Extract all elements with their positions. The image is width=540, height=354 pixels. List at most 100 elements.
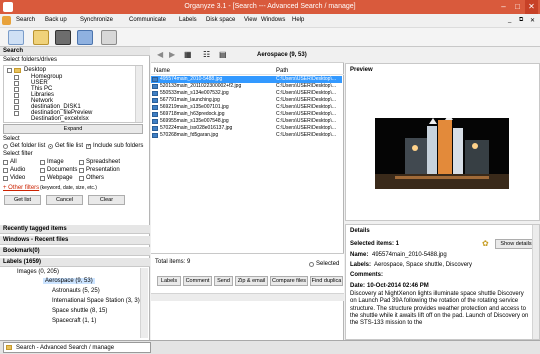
other-filters-link[interactable]: + Other filters <box>3 185 39 191</box>
include-sub-checkbox[interactable] <box>86 143 91 149</box>
menu-synchronize[interactable]: Synchronize <box>80 17 113 23</box>
menu-icon[interactable] <box>2 16 11 25</box>
label-spacecraft[interactable]: Spacecraft (1, 1) <box>52 318 96 324</box>
filter-webpage-checkbox[interactable] <box>40 176 45 181</box>
tree-check-homegroup[interactable] <box>14 75 19 80</box>
menu-search[interactable]: Search <box>16 17 35 23</box>
show-details-button[interactable]: Show details <box>495 239 537 249</box>
menu-windows[interactable]: Windows <box>261 17 285 23</box>
recently-tagged-header[interactable]: Recently tagged items <box>0 225 150 234</box>
menu-disk-space[interactable]: Disk space <box>206 17 235 23</box>
preview-toggle-icon[interactable]: ▤ <box>219 50 227 59</box>
selected-radio[interactable] <box>309 262 314 267</box>
windows-recent-header[interactable]: Windows - Recent files <box>0 236 150 245</box>
tree-item-destination-excel[interactable]: Destination_excelxlsx <box>31 116 89 122</box>
label-tree-scrollbar[interactable] <box>140 268 148 338</box>
tab-icon <box>6 345 12 350</box>
file-row[interactable]: 570268main_fd5garan.jpg C:\Users\USER\Des… <box>151 132 342 139</box>
comments-label: Comments: <box>350 272 384 278</box>
zip-email-button[interactable]: Zip & email <box>235 276 268 286</box>
labels-label: Labels: <box>350 262 372 268</box>
label-astronauts[interactable]: Astronauts (5, 25) <box>52 288 100 294</box>
label-space-shuttle[interactable]: Space shuttle (8, 15) <box>52 308 107 314</box>
expand-button[interactable]: Expand <box>3 124 143 134</box>
tree-check-this-pc[interactable] <box>14 87 19 92</box>
maximize-button[interactable]: □ <box>511 0 524 14</box>
tree-check-libraries[interactable] <box>14 93 19 98</box>
file-row[interactable]: 495574main_2010-5488.jpg C:\Users\USER\De… <box>151 76 342 83</box>
filter-others-checkbox[interactable] <box>79 176 84 181</box>
comment-button[interactable]: Comment <box>183 276 212 286</box>
close-button[interactable]: ✕ <box>525 0 538 14</box>
tree-check-user[interactable] <box>14 81 19 86</box>
file-row[interactable]: 569219main_s135e007101.jpg C:\Users\USER\… <box>151 104 342 111</box>
status-tab[interactable]: Search - Advanced Search / manage <box>3 342 151 353</box>
mdi-restore-button[interactable]: ⧉ <box>519 17 523 24</box>
filter-spreadsheet-label: Spreadsheet <box>86 159 121 165</box>
menu-view[interactable]: View <box>244 17 257 23</box>
preview-image[interactable] <box>375 118 509 189</box>
filter-video-checkbox[interactable] <box>3 176 8 181</box>
menu-bar: Search Back up Synchronize Communicate L… <box>0 14 540 28</box>
sort-icon[interactable]: ☷ <box>203 50 210 59</box>
folder-tool-icon[interactable] <box>33 30 49 45</box>
filter-others-label: Others <box>86 175 105 181</box>
backup-tool-icon[interactable] <box>55 30 71 45</box>
menu-labels[interactable]: Labels <box>179 17 197 23</box>
mdi-close-button[interactable]: ✕ <box>530 17 535 24</box>
mdi-minimize-button[interactable]: _ <box>508 17 511 23</box>
file-row[interactable]: 550533main_s134e007532.jpg C:\Users\USER\… <box>151 90 342 97</box>
column-name-header[interactable]: Name <box>154 68 170 74</box>
tree-scrollbar[interactable] <box>135 66 142 122</box>
tree-check-destination-disk1[interactable] <box>14 105 19 110</box>
sync-tool-icon[interactable] <box>77 30 93 45</box>
bookmark-header[interactable]: Bookmark(0) <box>0 247 150 256</box>
labels-header[interactable]: Labels (1659) <box>0 258 150 267</box>
clear-button[interactable]: Clear <box>88 195 125 205</box>
compare-files-button[interactable]: Compare files <box>270 276 308 286</box>
image-file-icon <box>152 77 158 82</box>
minimize-button[interactable]: – <box>497 0 510 14</box>
label-images[interactable]: Images (0, 205) <box>17 269 59 275</box>
search-section-header[interactable]: Search <box>0 47 150 56</box>
get-folder-list-radio[interactable] <box>3 144 8 149</box>
gear-icon[interactable]: ✿ <box>482 239 489 248</box>
find-duplicates-button[interactable]: Find duplica <box>310 276 343 286</box>
search-tool-icon[interactable] <box>8 30 24 45</box>
selected-items-label: Selected items: 1 <box>350 241 400 247</box>
tree-check-network[interactable] <box>14 99 19 104</box>
send-button[interactable]: Send <box>214 276 233 286</box>
forward-arrow-icon[interactable]: ▶ <box>169 50 175 59</box>
label-iss[interactable]: International Space Station (3, 3) <box>52 298 140 304</box>
file-row[interactable]: 569718main_h63predock.jpg C:\Users\USER\D… <box>151 111 342 118</box>
filter-presentation-checkbox[interactable] <box>79 168 84 173</box>
filter-all-checkbox[interactable] <box>3 160 8 165</box>
menu-back-up[interactable]: Back up <box>45 17 67 23</box>
details-scrollbar[interactable] <box>532 225 539 339</box>
file-row[interactable]: 520133main_2011022300002+f2.jpg C:\Users\… <box>151 83 342 90</box>
tree-check-desktop[interactable] <box>7 68 12 73</box>
get-file-list-radio[interactable] <box>48 144 53 149</box>
filter-spreadsheet-checkbox[interactable] <box>79 160 84 165</box>
menu-help[interactable]: Help <box>292 17 304 23</box>
menu-communicate[interactable]: Communicate <box>129 17 166 23</box>
column-path-header[interactable]: Path <box>276 68 288 74</box>
status-bar: Search - Advanced Search / manage <box>0 340 540 354</box>
labels-button[interactable]: Labels <box>157 276 181 286</box>
back-arrow-icon[interactable]: ◀ <box>157 50 163 59</box>
filter-documents-checkbox[interactable] <box>40 168 45 173</box>
tree-check-destination-filepreview[interactable] <box>14 111 19 116</box>
send-tool-icon[interactable] <box>101 30 117 45</box>
mid-bottom-scrollbar[interactable] <box>151 293 344 301</box>
file-row[interactable]: 569955main_s135e007548.jpg C:\Users\USER\… <box>151 118 342 125</box>
filter-audio-checkbox[interactable] <box>3 168 8 173</box>
label-aerospace[interactable]: Aerospace (9, 53) <box>43 278 95 284</box>
details-pane: Details Selected items: 1 ✿ Show details… <box>345 224 540 340</box>
filter-image-checkbox[interactable] <box>40 160 45 165</box>
get-list-button[interactable]: Get list <box>4 195 41 205</box>
file-row[interactable]: 570224main_iss028e016137.jpg C:\Users\USE… <box>151 125 342 132</box>
view-mode-icon[interactable]: ▦ <box>184 50 192 59</box>
tree-item-desktop[interactable]: Desktop <box>24 67 46 73</box>
cancel-button[interactable]: Cancel <box>46 195 83 205</box>
file-row[interactable]: 567791main_launching.jpg C:\Users\USER\De… <box>151 97 342 104</box>
